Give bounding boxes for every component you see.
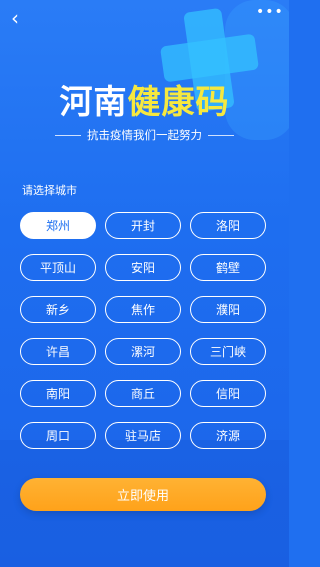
slogan-text: 抗击疫情我们一起努力: [87, 128, 202, 142]
city-button[interactable]: 南阳: [20, 380, 96, 407]
city-grid: 郑州 开封 洛阳平顶山 安阳 鹤壁新乡 焦作 濮阳许昌 漯河 三门峡南阳 商丘 信阳周口 驻马店 济源: [20, 212, 267, 449]
city-button[interactable]: 鹤壁: [190, 254, 266, 281]
city-button[interactable]: 周口: [20, 422, 96, 449]
slogan-right-line: [208, 135, 234, 136]
city-button[interactable]: 平顶山: [20, 254, 96, 281]
city-button[interactable]: 新乡: [20, 296, 96, 323]
city-select-label: 请选择城市: [22, 184, 77, 197]
city-button[interactable]: 开封: [105, 212, 181, 239]
title-health-code: 健康码: [127, 82, 230, 121]
city-button[interactable]: 洛阳: [190, 212, 266, 239]
city-button[interactable]: 驻马店: [105, 422, 181, 449]
city-button[interactable]: 许昌: [20, 338, 96, 365]
slogan: 抗击疫情我们一起努力: [0, 127, 289, 143]
city-button[interactable]: 安阳: [105, 254, 181, 281]
city-button[interactable]: 商丘: [105, 380, 181, 407]
health-code-screen: ‹ ••• 河南健康码 抗击疫情我们一起努力 请选择城市 郑州 开封 洛阳平顶山 安阳…: [0, 0, 289, 567]
use-now-button[interactable]: 立即使用: [20, 478, 266, 511]
city-button[interactable]: 信阳: [190, 380, 266, 407]
back-icon[interactable]: ‹: [11, 8, 19, 28]
more-dots-icon[interactable]: •••: [256, 4, 284, 20]
city-button[interactable]: 濮阳: [190, 296, 266, 323]
city-button[interactable]: 漯河: [105, 338, 181, 365]
city-button[interactable]: 济源: [190, 422, 266, 449]
city-button[interactable]: 焦作: [105, 296, 181, 323]
slogan-left-line: [55, 135, 81, 136]
city-button[interactable]: 郑州: [20, 212, 96, 239]
title-province: 河南: [59, 82, 128, 121]
page-title: 河南健康码: [0, 75, 289, 123]
city-button[interactable]: 三门峡: [190, 338, 266, 365]
